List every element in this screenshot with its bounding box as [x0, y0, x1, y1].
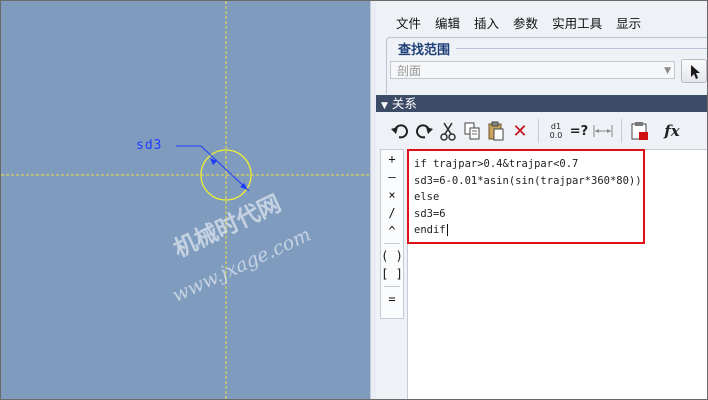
- sketch-graphics: [1, 1, 370, 399]
- function-icon[interactable]: fx: [660, 118, 684, 144]
- operator-plus[interactable]: +: [381, 150, 403, 168]
- search-filter-value: 剖面: [397, 64, 422, 78]
- cursor-arrow-icon: [691, 65, 700, 79]
- evaluate-top: d1: [550, 122, 562, 131]
- relations-header[interactable]: ▼ 关系: [376, 95, 707, 112]
- relations-title: 关系: [391, 96, 417, 111]
- menubar: 文件 编辑 插入 参数 实用工具 显示: [376, 13, 648, 35]
- operator-equals[interactable]: =: [381, 290, 403, 308]
- select-button[interactable]: [681, 59, 707, 83]
- paste-icon[interactable]: [484, 118, 508, 144]
- operator-parentheses[interactable]: ( ): [381, 247, 403, 265]
- menu-utilities[interactable]: 实用工具: [545, 13, 609, 35]
- collapse-triangle-icon: ▼: [381, 101, 388, 111]
- delete-icon[interactable]: ✕: [508, 118, 532, 144]
- operator-divider: [384, 286, 400, 287]
- operator-brackets[interactable]: [ ]: [381, 265, 403, 283]
- menu-file[interactable]: 文件: [376, 13, 428, 35]
- toolbar-separator: [538, 119, 539, 143]
- operator-multiply[interactable]: ×: [381, 186, 403, 204]
- menu-edit[interactable]: 编辑: [428, 13, 467, 35]
- redo-icon[interactable]: [412, 118, 436, 144]
- sort-icon[interactable]: [628, 118, 652, 144]
- cut-icon[interactable]: [436, 118, 460, 144]
- operator-divider: [384, 243, 400, 244]
- dimension-toggle-icon[interactable]: [591, 118, 615, 144]
- operator-column: + – × / ^ ( ) [ ] =: [380, 149, 404, 319]
- menu-insert[interactable]: 插入: [467, 13, 506, 35]
- operator-power[interactable]: ^: [381, 222, 403, 240]
- toolbar-separator: [621, 119, 622, 143]
- evaluate-bottom: 0.0: [549, 131, 563, 140]
- operator-divide[interactable]: /: [381, 204, 403, 222]
- relations-toolbar: ✕ d1 0.0 =? fx: [376, 114, 707, 148]
- operator-minus[interactable]: –: [381, 168, 403, 186]
- evaluate-icon[interactable]: d1 0.0: [545, 118, 567, 144]
- sketch-canvas[interactable]: sd3 机械时代网 www.jxage.com: [1, 1, 370, 399]
- undo-icon[interactable]: [388, 118, 412, 144]
- menu-parameters[interactable]: 参数: [506, 13, 545, 35]
- menu-display[interactable]: 显示: [609, 13, 648, 35]
- dimension-arrow-start: [210, 158, 217, 165]
- copy-icon[interactable]: [460, 118, 484, 144]
- chevron-down-icon: ▼: [664, 66, 671, 76]
- app-window: sd3 机械时代网 www.jxage.com 文件 编辑 插入 参数 实用工具…: [0, 0, 708, 400]
- search-filter-select[interactable]: 剖面 ▼: [390, 61, 675, 79]
- highlight-box: [407, 149, 645, 244]
- search-title: 查找范围: [398, 43, 451, 58]
- verify-icon[interactable]: =?: [567, 118, 591, 144]
- dimension-label[interactable]: sd3: [136, 138, 162, 153]
- search-divider: [456, 48, 707, 49]
